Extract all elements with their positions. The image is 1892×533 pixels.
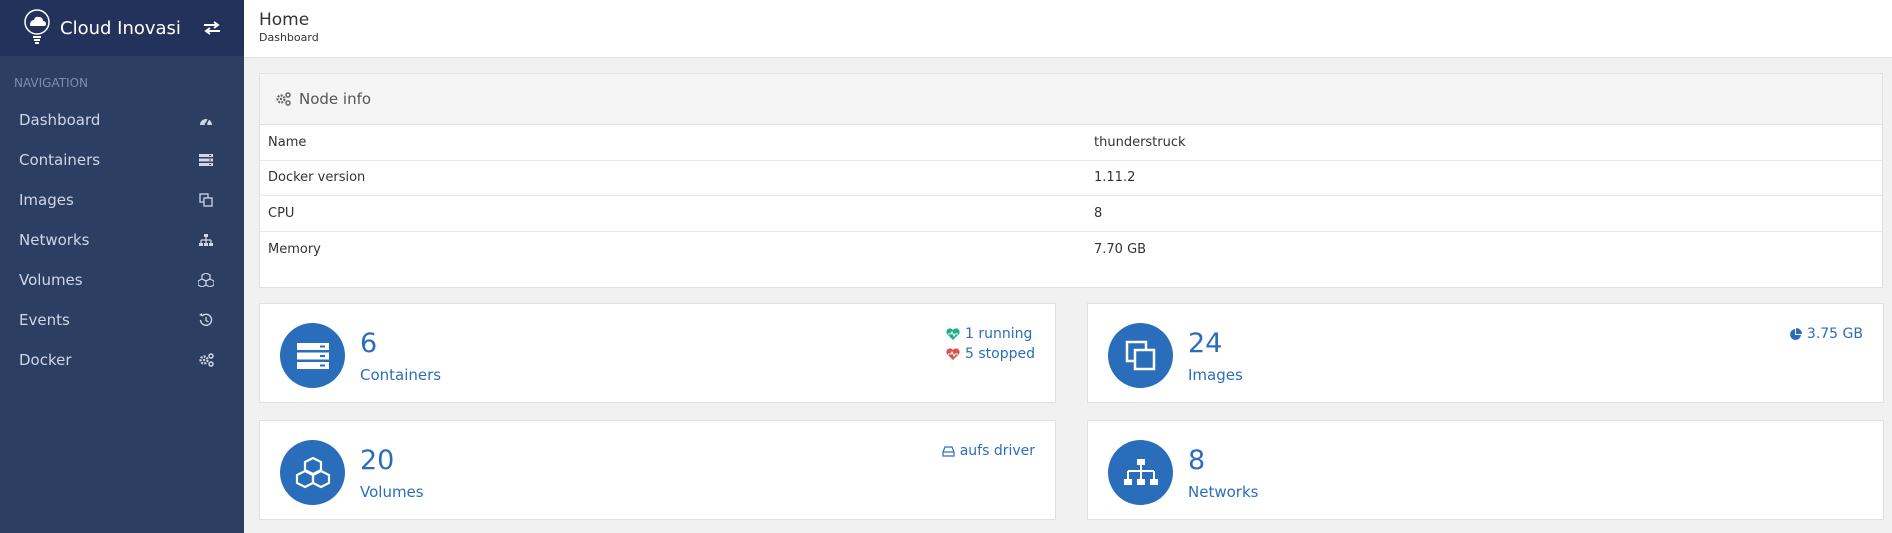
swap-icon[interactable] [200,18,224,38]
networks-stat-card[interactable]: 8 Networks [1087,420,1884,520]
nav-title: NAVIGATION [14,76,89,90]
table-row: Memory 7.70 GB [260,232,1882,268]
sidebar-item-label: Docker [19,351,72,369]
panel-header: Node info [260,74,1882,125]
brand-name[interactable]: Cloud Inovasi [60,18,200,39]
volumes-label: Volumes [360,483,424,501]
containers-count: 6 [360,328,378,359]
server-icon [280,323,345,388]
info-key: CPU [268,205,295,221]
sidebar-item-label: Dashboard [19,111,101,129]
sidebar-item-dashboard[interactable]: Dashboard [0,100,244,140]
breadcrumb: Dashboard [259,31,319,44]
server-icon [196,150,216,170]
sidebar-item-events[interactable]: Events [0,300,244,340]
images-size: 3.75 GB [1789,324,1863,344]
volumes-stat-card[interactable]: 20 Volumes aufs driver [259,420,1056,520]
table-row: CPU 8 [260,196,1882,232]
dashboard-icon [196,110,216,130]
images-stat-card[interactable]: 24 Images 3.75 GB [1087,303,1884,403]
sidebar-item-label: Containers [19,151,101,169]
volumes-count: 20 [360,445,395,476]
volumes-driver: aufs driver [942,441,1035,461]
panel-title: Node info [299,90,372,108]
cubes-icon [196,270,216,290]
cogs-icon [196,350,216,370]
sitemap-icon [196,230,216,250]
clone-icon [196,190,216,210]
images-label: Images [1188,366,1243,384]
node-info-panel: Node info Name thunderstruck Docker vers… [259,73,1883,288]
info-value: thunderstruck [1094,134,1186,150]
table-row: Name thunderstruck [260,125,1882,161]
sidebar-item-volumes[interactable]: Volumes [0,260,244,300]
hdd-icon [942,445,955,457]
info-key: Docker version [268,170,366,186]
info-value: 1.11.2 [1094,170,1136,186]
sidebar-item-docker[interactable]: Docker [0,340,244,380]
heartbeat-icon [946,348,960,360]
cogs-icon [275,90,293,108]
images-count: 24 [1188,328,1223,359]
page-title: Home [259,10,310,30]
containers-label: Containers [360,366,442,384]
containers-status: 1 running 5 stopped [946,324,1035,364]
sidebar-item-label: Volumes [19,271,83,289]
sidebar-item-label: Images [19,191,74,209]
cloud-logo-icon[interactable] [22,8,52,48]
sidebar-item-images[interactable]: Images [0,180,244,220]
info-key: Name [268,134,307,150]
networks-count: 8 [1188,445,1206,476]
history-icon [196,310,216,330]
table-row: Docker version 1.11.2 [260,161,1882,196]
sidebar-header: Cloud Inovasi [0,0,244,56]
sidebar-item-containers[interactable]: Containers [0,140,244,180]
running-status: 1 running [946,324,1035,344]
networks-label: Networks [1188,483,1259,501]
sidebar-item-label: Events [19,311,70,329]
cubes-icon [280,440,345,505]
sidebar-item-label: Networks [19,231,90,249]
stopped-status: 5 stopped [946,344,1035,364]
page-header: Home Dashboard [244,0,1892,58]
sitemap-icon [1108,440,1173,505]
heartbeat-icon [946,328,960,340]
sidebar-item-networks[interactable]: Networks [0,220,244,260]
sidebar: Cloud Inovasi NAVIGATION Dashboard Conta… [0,0,244,533]
clone-icon [1108,323,1173,388]
containers-stat-card[interactable]: 6 Containers 1 running 5 stopped [259,303,1056,403]
info-value: 8 [1094,205,1103,221]
pie-chart-icon [1789,327,1802,340]
info-key: Memory [268,241,321,257]
info-value: 7.70 GB [1094,241,1147,257]
